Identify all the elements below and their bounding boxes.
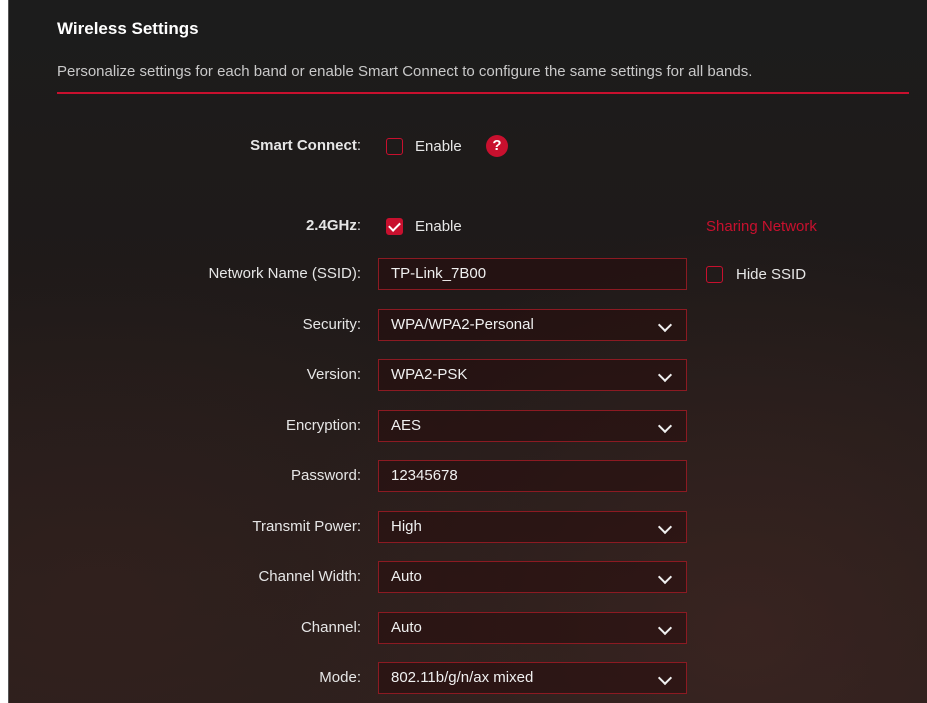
section-description: Personalize settings for each band or en…: [57, 63, 753, 80]
field-row: Security: WPA/WPA2-Personal: [9, 309, 927, 341]
field-value: 12345678: [391, 467, 458, 484]
field-label: Security:: [302, 316, 361, 333]
select-field[interactable]: Auto: [378, 561, 687, 593]
text-input[interactable]: 12345678: [378, 460, 687, 492]
text-input[interactable]: TP-Link_7B00: [378, 258, 687, 290]
field-label: Version:: [306, 366, 361, 383]
hide-ssid-checkbox[interactable]: [706, 266, 723, 283]
band-24-enable-label[interactable]: Enable: [415, 218, 462, 235]
sharing-network-link[interactable]: Sharing Network: [706, 218, 817, 235]
chevron-down-icon: [657, 317, 673, 333]
smart-connect-label: Smart Connect:: [250, 137, 361, 154]
field-label: Transmit Power:: [252, 518, 361, 535]
field-label: Password:: [290, 467, 361, 484]
band-24-label: 2.4GHz:: [305, 217, 361, 234]
hide-ssid-label[interactable]: Hide SSID: [736, 266, 806, 283]
field-label: Mode:: [319, 669, 361, 686]
field-value: Auto: [391, 568, 422, 585]
chevron-down-icon: [657, 569, 673, 585]
field-value: TP-Link_7B00: [391, 265, 487, 282]
wireless-settings-panel: Wireless Settings Personalize settings f…: [8, 0, 927, 703]
smart-connect-row: Smart Connect: Enable ?: [9, 130, 927, 162]
title-divider: [57, 92, 909, 94]
field-row: Version: WPA2-PSK: [9, 359, 927, 391]
select-field[interactable]: High: [378, 511, 687, 543]
select-field[interactable]: 802.11b/g/n/ax mixed: [378, 662, 687, 694]
field-value: WPA2-PSK: [391, 366, 468, 383]
chevron-down-icon: [657, 620, 673, 636]
field-value: 802.11b/g/n/ax mixed: [391, 669, 534, 686]
field-row: Channel: Auto: [9, 612, 927, 644]
field-row: Mode: 802.11b/g/n/ax mixed: [9, 662, 927, 694]
field-value: Auto: [391, 619, 422, 636]
chevron-down-icon: [657, 418, 673, 434]
field-row: Channel Width: Auto: [9, 561, 927, 593]
field-label: Encryption:: [285, 417, 361, 434]
field-value: High: [391, 518, 422, 535]
smart-connect-checkbox[interactable]: [386, 138, 403, 155]
field-label: Network Name (SSID):: [208, 265, 361, 282]
chevron-down-icon: [657, 367, 673, 383]
select-field[interactable]: WPA/WPA2-Personal: [378, 309, 687, 341]
select-field[interactable]: Auto: [378, 612, 687, 644]
field-label: Channel Width:: [258, 568, 361, 585]
select-field[interactable]: WPA2-PSK: [378, 359, 687, 391]
field-row: Transmit Power: High: [9, 511, 927, 543]
field-value: WPA/WPA2-Personal: [391, 316, 534, 333]
field-value: AES: [391, 417, 422, 434]
field-row: Password: 12345678: [9, 460, 927, 492]
question-icon[interactable]: ?: [486, 135, 508, 157]
section-title: Wireless Settings: [57, 19, 199, 38]
chevron-down-icon: [657, 519, 673, 535]
chevron-down-icon: [657, 670, 673, 686]
field-row: Encryption: AES: [9, 410, 927, 442]
field-label: Channel:: [300, 619, 361, 636]
band-24-enable-checkbox[interactable]: [386, 218, 403, 235]
smart-connect-enable-label[interactable]: Enable: [415, 138, 462, 155]
select-field[interactable]: AES: [378, 410, 687, 442]
